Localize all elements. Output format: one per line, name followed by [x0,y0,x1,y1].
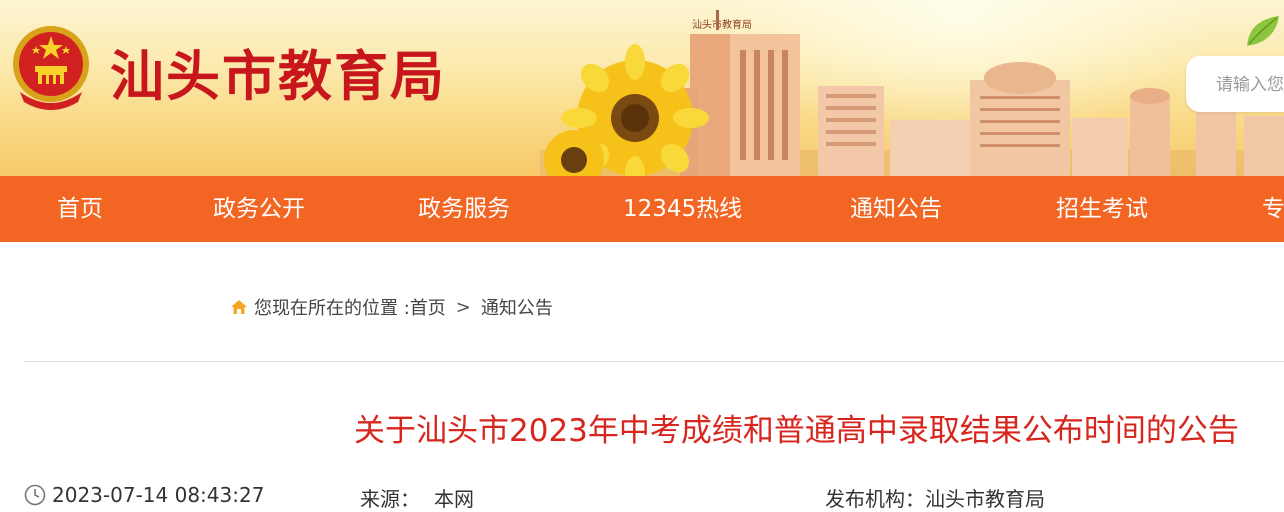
breadcrumb-current-link[interactable]: 通知公告 [481,294,553,320]
home-icon [231,300,247,314]
breadcrumb-home-link[interactable]: 首页 [410,294,446,320]
leaf-icon [1247,16,1279,46]
site-title: 汕头市教育局 [110,44,446,108]
national-emblem-icon [13,26,89,110]
breadcrumb-prefix: 您现在所在的位置 : [254,298,410,319]
nav-item-more[interactable]: 专 [1262,176,1284,242]
site-header: 汕头市教育局 汕头市教育局 [0,0,1284,176]
main-nav: 首页 政务公开 政务服务 12345热线 通知公告 招生考试 专 [0,176,1284,242]
search-box[interactable] [1186,56,1284,112]
nav-item-government-services[interactable]: 政务服务 [418,176,510,242]
nav-item-home[interactable]: 首页 [57,176,103,242]
nav-item-12345-hotline[interactable]: 12345热线 [623,176,742,242]
clock-icon [24,484,46,506]
nav-item-government-affairs-open[interactable]: 政务公开 [213,176,305,242]
publish-time: 2023-07-14 08:43:27 [24,483,264,507]
search-input[interactable] [1214,70,1284,100]
nav-item-admissions-exams[interactable]: 招生考试 [1056,176,1148,242]
publish-datetime: 2023-07-14 08:43:27 [52,483,265,507]
divider [24,361,1284,362]
city-skyline-banner: 汕头市教育局 [540,10,1284,176]
breadcrumb: 您现在所在的位置 : 首页 > 通知公告 [230,294,553,320]
nav-item-notices[interactable]: 通知公告 [850,176,942,242]
article-title: 关于汕头市2023年中考成绩和普通高中录取结果公布时间的公告 [354,413,1239,449]
building-sign: 汕头市教育局 [692,18,752,31]
breadcrumb-separator: > [455,296,471,318]
